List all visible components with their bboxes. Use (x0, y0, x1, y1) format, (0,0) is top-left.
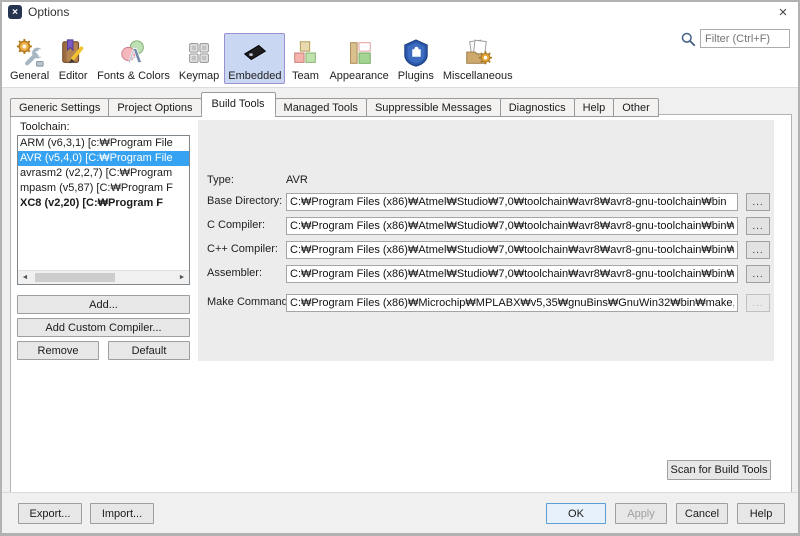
toolchain-item-mpasm[interactable]: mpasm (v5,87) [C:₩Program F (18, 181, 189, 196)
search-icon (680, 31, 696, 47)
ok-button[interactable]: OK (546, 503, 606, 524)
category-embedded[interactable]: Embedded (224, 33, 285, 84)
options-dialog: × Options × General (0, 0, 800, 536)
make-command-browse-button: ... (746, 294, 770, 312)
plugins-icon (401, 36, 431, 70)
category-general[interactable]: General (6, 33, 53, 84)
export-button[interactable]: Export... (18, 503, 82, 524)
category-label: General (10, 70, 49, 82)
add-button[interactable]: Add... (17, 295, 190, 314)
general-icon (15, 36, 45, 70)
category-team[interactable]: Team (286, 33, 324, 84)
category-editor[interactable]: Editor (54, 33, 92, 84)
tab-strip: Generic Settings Project Options Build T… (10, 92, 658, 115)
tab-diagnostics[interactable]: Diagnostics (500, 98, 575, 117)
tab-build-tools[interactable]: Build Tools (201, 92, 276, 115)
cpp-compiler-label: C++ Compiler: (207, 243, 278, 255)
window-title: Options (28, 5, 69, 19)
options-dialog-icon: × (8, 5, 22, 19)
tab-suppressible-messages[interactable]: Suppressible Messages (366, 98, 501, 117)
cpp-compiler-field[interactable] (286, 241, 738, 259)
toolchain-item-avr[interactable]: AVR (v5,4,0) [C:₩Program File (18, 151, 189, 166)
scrollbar-track[interactable] (32, 271, 175, 284)
base-directory-label: Base Directory: (207, 195, 282, 207)
toolchain-item-xc8[interactable]: XC8 (v2,20) [C:₩Program F (18, 196, 189, 211)
assembler-label: Assembler: (207, 267, 262, 279)
footer-action-buttons: OK Apply Cancel Help (546, 503, 785, 524)
remove-button[interactable]: Remove (17, 341, 99, 360)
category-keymap[interactable]: Keymap (175, 33, 223, 84)
base-directory-browse-button[interactable]: ... (746, 193, 770, 211)
toolchain-label: Toolchain: (20, 121, 70, 133)
base-directory-field[interactable] (286, 193, 738, 211)
category-label: Fonts & Colors (97, 70, 170, 82)
toolchain-details-panel: Type: AVR Base Directory: ... C Compiler… (198, 120, 774, 361)
filter-area (680, 29, 790, 48)
category-appearance[interactable]: Appearance (325, 33, 392, 84)
c-compiler-field[interactable] (286, 217, 738, 235)
category-label: Team (292, 70, 319, 82)
appearance-icon (344, 36, 374, 70)
toolchain-list[interactable]: ARM (v6,3,1) [c:₩Program File AVR (v5,4,… (17, 135, 190, 285)
toolchain-item-avrasm2[interactable]: avrasm2 (v2,2,7) [C:₩Program (18, 166, 189, 181)
dialog-footer: Export... Import... OK Apply Cancel Help (2, 492, 798, 533)
build-tools-panel: Toolchain: ARM (v6,3,1) [c:₩Program File… (10, 114, 792, 494)
category-label: Plugins (398, 70, 434, 82)
fonts-colors-icon: A (119, 36, 149, 70)
svg-text:A: A (127, 45, 142, 67)
category-label: Appearance (329, 70, 388, 82)
category-miscellaneous[interactable]: Miscellaneous (439, 33, 517, 84)
make-command-label: Make Command: (207, 296, 291, 308)
c-compiler-browse-button[interactable]: ... (746, 217, 770, 235)
scrollbar-thumb[interactable] (35, 273, 115, 282)
category-toolbar: General Editor A (2, 22, 798, 88)
make-command-row: Make Command: ... (198, 294, 774, 312)
miscellaneous-icon (463, 36, 493, 70)
import-button[interactable]: Import... (90, 503, 154, 524)
category-label: Keymap (179, 70, 219, 82)
tab-project-options[interactable]: Project Options (108, 98, 201, 117)
base-directory-row: Base Directory: ... (198, 193, 774, 211)
tab-managed-tools[interactable]: Managed Tools (275, 98, 367, 117)
scroll-left-icon[interactable]: ◄ (18, 271, 32, 284)
assembler-field[interactable] (286, 265, 738, 283)
team-icon (290, 36, 320, 70)
category-label: Miscellaneous (443, 70, 513, 82)
tab-generic-settings[interactable]: Generic Settings (10, 98, 109, 117)
assembler-browse-button[interactable]: ... (746, 265, 770, 283)
cpp-compiler-browse-button[interactable]: ... (746, 241, 770, 259)
type-value: AVR (286, 174, 308, 186)
add-custom-compiler-button[interactable]: Add Custom Compiler... (17, 318, 190, 337)
cpp-compiler-row: C++ Compiler: ... (198, 241, 774, 259)
keymap-icon (184, 36, 214, 70)
tab-other[interactable]: Other (613, 98, 659, 117)
category-fonts-colors[interactable]: A Fonts & Colors (93, 33, 174, 84)
close-icon[interactable]: × (774, 4, 792, 21)
make-command-field[interactable] (286, 294, 738, 312)
category-label: Embedded (228, 70, 281, 82)
assembler-row: Assembler: ... (198, 265, 774, 283)
embedded-icon (240, 36, 270, 70)
scroll-right-icon[interactable]: ► (175, 271, 189, 284)
tab-help[interactable]: Help (574, 98, 615, 117)
type-row: Type: AVR (198, 172, 774, 190)
default-button[interactable]: Default (108, 341, 190, 360)
toolchain-item-arm[interactable]: ARM (v6,3,1) [c:₩Program File (18, 136, 189, 151)
apply-button: Apply (615, 503, 667, 524)
toolchain-horizontal-scrollbar[interactable]: ◄ ► (18, 270, 189, 284)
editor-icon (58, 36, 88, 70)
category-label: Editor (59, 70, 88, 82)
cancel-button[interactable]: Cancel (676, 503, 728, 524)
filter-input[interactable] (700, 29, 790, 48)
type-label: Type: (207, 174, 234, 186)
scan-for-build-tools-button[interactable]: Scan for Build Tools (667, 460, 771, 480)
category-plugins[interactable]: Plugins (394, 33, 438, 84)
help-button[interactable]: Help (737, 503, 785, 524)
c-compiler-label: C Compiler: (207, 219, 265, 231)
title-bar: × Options × (2, 2, 798, 22)
c-compiler-row: C Compiler: ... (198, 217, 774, 235)
